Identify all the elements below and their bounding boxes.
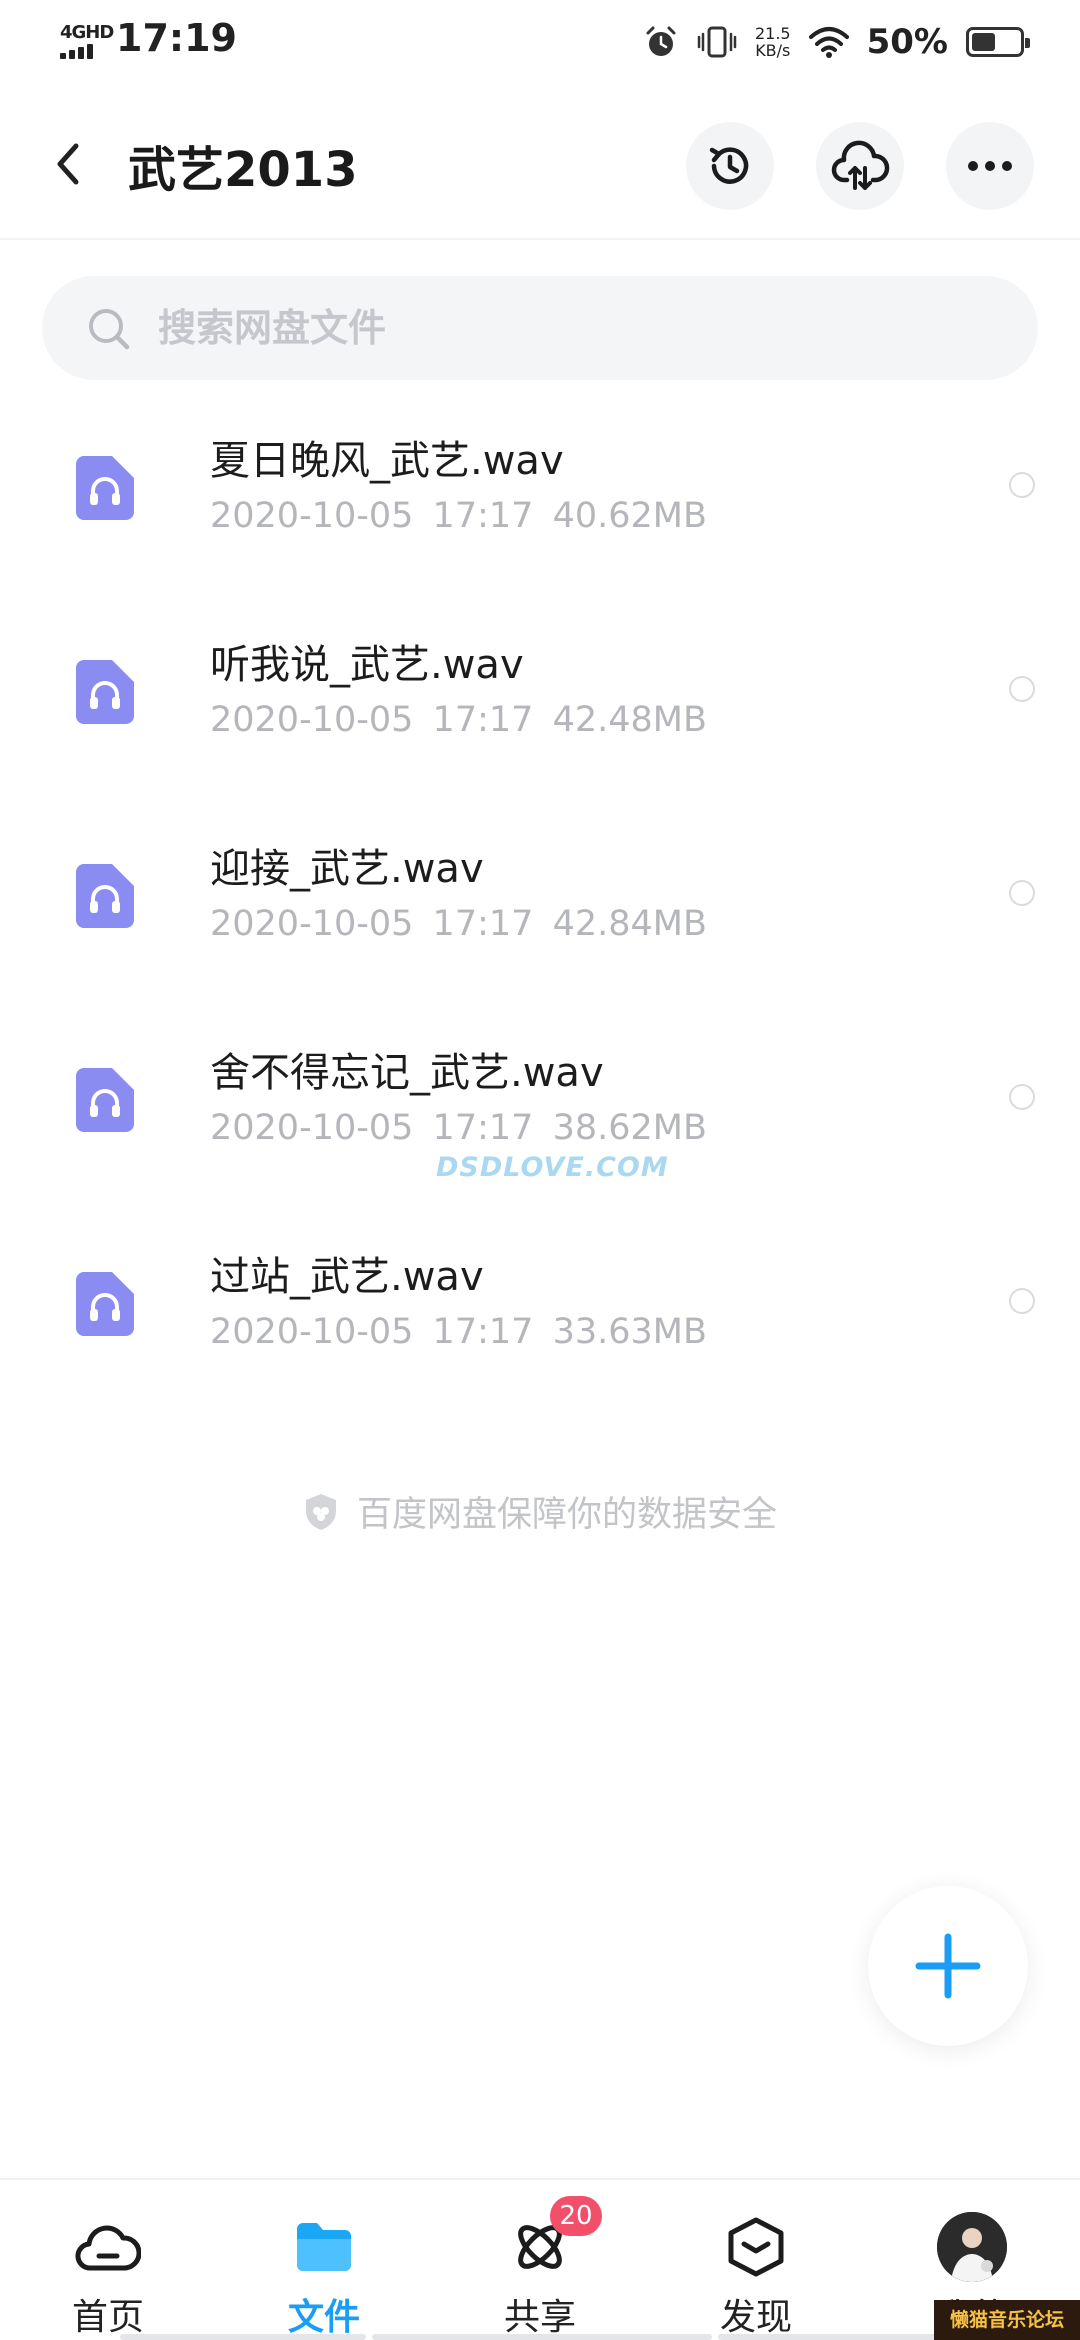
file-name: 夏日晚风_武艺.wav bbox=[210, 438, 564, 484]
tab-label: 共享 bbox=[503, 2297, 576, 2338]
battery-percent: 50% bbox=[866, 22, 948, 62]
file-time: 17:17 bbox=[432, 496, 534, 536]
more-button[interactable] bbox=[946, 122, 1034, 210]
cloud-transfer-button[interactable] bbox=[816, 122, 904, 210]
more-dots-icon bbox=[968, 161, 1012, 171]
network-speed: 21.5 KB/s bbox=[755, 25, 791, 59]
vibrate-icon bbox=[697, 26, 737, 58]
tab-share[interactable]: 20 共享 bbox=[450, 2180, 630, 2340]
file-name: 舍不得忘记_武艺.wav bbox=[210, 1050, 604, 1096]
file-size: 42.84MB bbox=[552, 904, 707, 944]
select-checkbox[interactable] bbox=[1009, 1084, 1035, 1110]
safety-notice: 百度网盘保障你的数据安全 bbox=[0, 1486, 1080, 1537]
shield-icon bbox=[305, 1493, 336, 1530]
file-size: 38.62MB bbox=[552, 1108, 707, 1148]
status-time: 17:19 bbox=[116, 16, 237, 60]
chevron-left-icon bbox=[57, 143, 79, 185]
file-row[interactable]: 夏日晚风_武艺.wav 2020-10-05 17:17 40.62MB bbox=[0, 408, 1080, 612]
watermark: DSDLOVE.COM bbox=[436, 1152, 669, 1183]
safety-text: 百度网盘保障你的数据安全 bbox=[356, 1495, 777, 1535]
tab-label: 首页 bbox=[71, 2297, 144, 2338]
file-meta: 2020-10-05 17:17 42.84MB bbox=[210, 904, 707, 944]
alarm-icon bbox=[646, 26, 676, 56]
nav-indicator bbox=[372, 2334, 712, 2340]
plus-icon bbox=[915, 1933, 981, 1999]
folder-icon bbox=[289, 2212, 359, 2282]
file-time: 17:17 bbox=[432, 700, 534, 740]
cellular-signal: 4GHD bbox=[60, 22, 114, 62]
avatar bbox=[937, 2212, 1007, 2282]
file-time: 17:17 bbox=[432, 1108, 534, 1148]
page-title: 武艺2013 bbox=[128, 142, 358, 198]
file-name: 听我说_武艺.wav bbox=[210, 642, 524, 688]
file-name: 过站_武艺.wav bbox=[210, 1254, 484, 1300]
user-avatar bbox=[937, 2212, 1007, 2282]
cloud-icon bbox=[73, 2212, 143, 2282]
forum-watermark: 懒猫音乐论坛 bbox=[934, 2300, 1080, 2340]
tab-label: 发现 bbox=[719, 2297, 792, 2338]
audio-file-icon bbox=[76, 456, 134, 520]
nav-indicator bbox=[718, 2334, 950, 2340]
battery-icon bbox=[966, 27, 1030, 57]
discover-box-icon bbox=[721, 2212, 791, 2282]
tab-files[interactable]: 文件 bbox=[234, 2180, 414, 2340]
history-icon bbox=[709, 147, 749, 184]
file-meta: 2020-10-05 17:17 33.63MB bbox=[210, 1312, 707, 1352]
top-bar: 武艺2013 bbox=[0, 100, 1080, 230]
file-size: 33.63MB bbox=[552, 1312, 707, 1352]
file-meta: 2020-10-05 17:17 38.62MB bbox=[210, 1108, 707, 1148]
file-size: 40.62MB bbox=[552, 496, 707, 536]
search-bar[interactable] bbox=[42, 276, 1038, 380]
nav-indicator bbox=[120, 2334, 366, 2340]
file-meta: 2020-10-05 17:17 40.62MB bbox=[210, 496, 707, 536]
file-date: 2020-10-05 bbox=[210, 1312, 414, 1352]
network-type: 4GHD bbox=[60, 22, 114, 43]
file-date: 2020-10-05 bbox=[210, 496, 414, 536]
select-checkbox[interactable] bbox=[1009, 1288, 1035, 1314]
audio-file-icon bbox=[76, 864, 134, 928]
file-time: 17:17 bbox=[432, 1312, 534, 1352]
audio-file-icon bbox=[76, 1272, 134, 1336]
search-input[interactable] bbox=[158, 298, 998, 358]
audio-file-icon bbox=[76, 660, 134, 724]
tab-home[interactable]: 首页 bbox=[18, 2180, 198, 2340]
status-bar: 4GHD 17:19 21.5 KB/s 50% bbox=[0, 0, 1080, 84]
file-folder-screen: 4GHD 17:19 21.5 KB/s 50% 武艺2013 搜索网盘文件 夏… bbox=[0, 0, 1080, 2340]
file-row[interactable]: 舍不得忘记_武艺.wav 2020-10-05 17:17 38.62MB bbox=[0, 1020, 1080, 1224]
audio-file-icon bbox=[76, 1068, 134, 1132]
file-date: 2020-10-05 bbox=[210, 700, 414, 740]
select-checkbox[interactable] bbox=[1009, 880, 1035, 906]
search-icon bbox=[89, 309, 130, 350]
file-date: 2020-10-05 bbox=[210, 1108, 414, 1148]
speed-value: 21.5 bbox=[754, 24, 791, 43]
notification-badge: 20 bbox=[550, 2196, 602, 2236]
history-button[interactable] bbox=[686, 122, 774, 210]
signal-bars-icon bbox=[60, 44, 93, 59]
header-divider bbox=[0, 238, 1080, 240]
tab-label: 文件 bbox=[287, 2297, 360, 2338]
file-date: 2020-10-05 bbox=[210, 904, 414, 944]
status-icons: 21.5 KB/s 50% bbox=[643, 14, 1030, 70]
file-meta: 2020-10-05 17:17 42.48MB bbox=[210, 700, 707, 740]
tab-discover[interactable]: 发现 bbox=[666, 2180, 846, 2340]
wifi-icon bbox=[808, 27, 849, 58]
select-checkbox[interactable] bbox=[1009, 676, 1035, 702]
file-name: 迎接_武艺.wav bbox=[210, 846, 484, 892]
battery-fill bbox=[972, 33, 995, 51]
select-checkbox[interactable] bbox=[1009, 472, 1035, 498]
speed-unit: KB/s bbox=[755, 41, 791, 60]
cloud-transfer-icon bbox=[831, 140, 890, 190]
file-row[interactable]: 过站_武艺.wav 2020-10-05 17:17 33.63MB bbox=[0, 1224, 1080, 1428]
file-row[interactable]: 听我说_武艺.wav 2020-10-05 17:17 42.48MB bbox=[0, 612, 1080, 816]
add-button[interactable] bbox=[868, 1886, 1028, 2046]
file-time: 17:17 bbox=[432, 904, 534, 944]
back-button[interactable] bbox=[40, 124, 100, 204]
battery-cap bbox=[1025, 38, 1030, 48]
bottom-navigation: 首页 文件 20 共享 发现 bbox=[0, 2178, 1080, 2340]
file-size: 42.48MB bbox=[552, 700, 707, 740]
file-row[interactable]: 迎接_武艺.wav 2020-10-05 17:17 42.84MB bbox=[0, 816, 1080, 1020]
